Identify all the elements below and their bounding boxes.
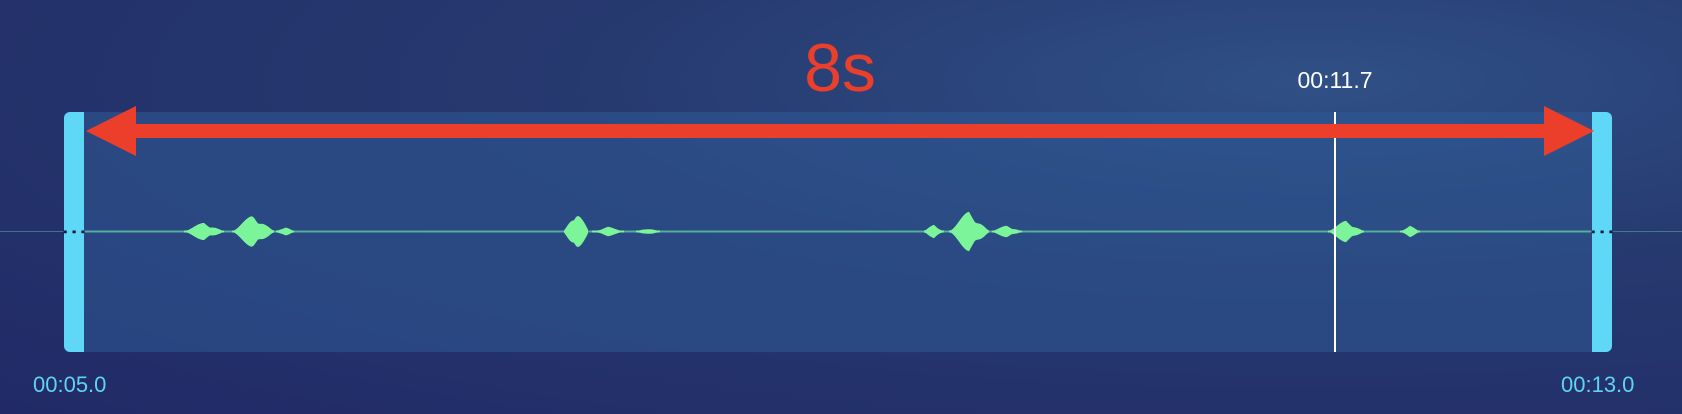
waveform-burst xyxy=(276,227,294,236)
waveform-burst xyxy=(232,216,274,247)
audio-trim-editor: 00:11.7 ⋮ ⋮ 8s 00:05.0 00:13.0 xyxy=(0,0,1682,414)
trim-duration-label: 8s xyxy=(804,30,876,106)
waveform-burst xyxy=(924,224,944,239)
trim-end-time: 00:13.0 xyxy=(1561,372,1635,397)
trim-start-time: 00:05.0 xyxy=(33,372,107,397)
vertical-ellipsis-icon: ⋮ xyxy=(59,219,89,245)
waveform-burst xyxy=(184,222,224,241)
vertical-ellipsis-icon: ⋮ xyxy=(1587,219,1617,245)
waveform-burst xyxy=(636,229,660,234)
waveform-burst xyxy=(949,211,989,252)
waveform-burst xyxy=(592,226,624,237)
trim-start-handle[interactable]: ⋮ xyxy=(59,112,89,352)
double-arrow-icon xyxy=(86,106,1594,156)
waveform-burst xyxy=(564,215,588,248)
playhead-time: 00:11.7 xyxy=(1297,67,1373,93)
waveform-burst xyxy=(992,225,1022,238)
waveform-burst xyxy=(1400,225,1420,238)
trim-end-handle[interactable]: ⋮ xyxy=(1587,112,1617,352)
